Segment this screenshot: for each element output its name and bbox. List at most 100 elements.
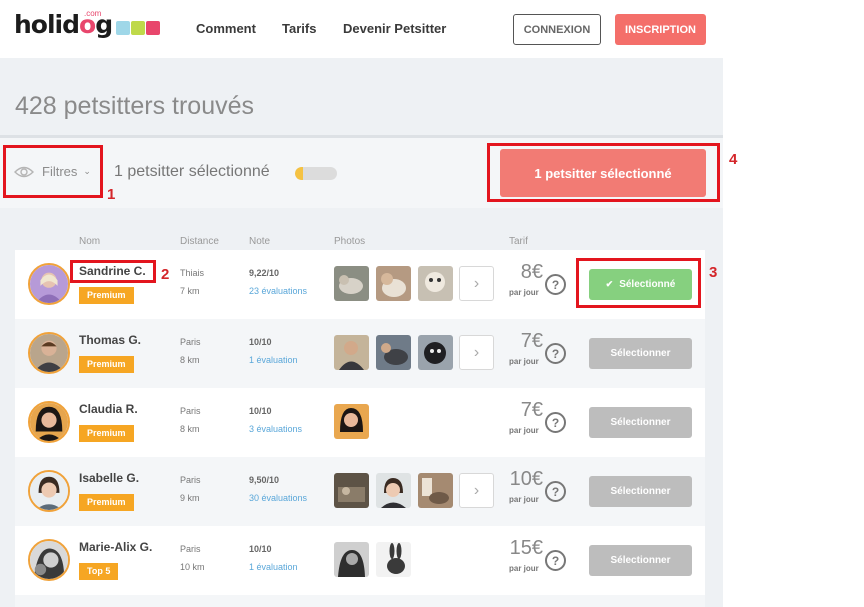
- select-button[interactable]: Sélectionner: [589, 476, 692, 507]
- avatar[interactable]: [28, 539, 70, 581]
- price-unit: par jour: [509, 357, 539, 366]
- sitter-price: 7€: [520, 330, 543, 352]
- pet-photo[interactable]: [418, 266, 453, 301]
- avatar[interactable]: [28, 401, 70, 443]
- price-unit: par jour: [509, 426, 539, 435]
- sitter-row: Claudia R. Premium Paris 8 km 10/10 3 év…: [15, 388, 705, 457]
- pet-photo[interactable]: [418, 335, 453, 370]
- sitter-row: Marie-Alix G. Top 5 Paris 10 km 10/10 1 …: [15, 526, 705, 595]
- reviews-link[interactable]: 3 évaluations: [249, 424, 302, 434]
- top-header: holidog .com Comment Tarifs Devenir Pets…: [0, 0, 723, 58]
- reviews-link[interactable]: 23 évaluations: [249, 286, 307, 296]
- holidog-logo[interactable]: holidog .com: [14, 9, 161, 38]
- status-badge: Premium: [79, 494, 134, 511]
- sitter-city: Thiais: [180, 268, 205, 278]
- results-title: 428 petsitters trouvés: [15, 92, 255, 120]
- login-button[interactable]: CONNEXION: [513, 14, 601, 45]
- reviews-link[interactable]: 1 évaluation: [249, 355, 298, 365]
- sitter-rating: 9,22/10: [249, 268, 280, 278]
- next-row-peek: [15, 595, 705, 607]
- annotation-number-3: 3: [709, 264, 718, 281]
- chevron-right-icon[interactable]: ›: [459, 473, 494, 508]
- sitter-distance: 10 km: [180, 562, 205, 572]
- sitter-row: Isabelle G. Premium Paris 9 km 9,50/10 3…: [15, 457, 705, 526]
- col-price: Tarif: [509, 236, 528, 247]
- sitter-name[interactable]: Claudia R.: [79, 402, 138, 416]
- col-rating: Note: [249, 236, 271, 247]
- price-unit: par jour: [509, 495, 539, 504]
- status-badge: Top 5: [79, 563, 119, 580]
- nav-tarifs[interactable]: Tarifs: [282, 21, 316, 36]
- pet-photo[interactable]: [334, 542, 369, 577]
- cat-icon: [131, 21, 146, 35]
- logo-pet-icons: [116, 21, 161, 35]
- selected-count-text: 1 petsitter sélectionné: [114, 163, 270, 180]
- progress-fill: [295, 167, 304, 180]
- question-icon[interactable]: ?: [545, 481, 566, 502]
- sitter-rating: 10/10: [249, 406, 272, 416]
- sitter-rating: 10/10: [249, 337, 272, 347]
- pet-photo[interactable]: [334, 404, 369, 439]
- pet-photo[interactable]: [334, 335, 369, 370]
- logo-com: .com: [84, 9, 102, 18]
- sitter-row: Thomas G. Premium Paris 8 km 10/10 1 éva…: [15, 319, 705, 388]
- question-icon[interactable]: ?: [545, 550, 566, 571]
- pet-photo[interactable]: [334, 473, 369, 508]
- sitter-name[interactable]: Marie-Alix G.: [79, 540, 152, 554]
- reviews-link[interactable]: 30 évaluations: [249, 493, 307, 503]
- pet-photo[interactable]: [376, 473, 411, 508]
- status-badge: Premium: [79, 356, 134, 373]
- status-badge: Premium: [79, 425, 134, 442]
- price-unit: par jour: [509, 564, 539, 573]
- pet-photo[interactable]: [334, 266, 369, 301]
- signup-button[interactable]: INSCRIPTION: [615, 14, 706, 45]
- annotation-number-1: 1: [107, 186, 116, 203]
- sitter-city: Paris: [180, 544, 201, 554]
- select-button[interactable]: Sélectionner: [589, 407, 692, 438]
- avatar[interactable]: [28, 263, 70, 305]
- question-icon[interactable]: ?: [545, 343, 566, 364]
- chevron-right-icon[interactable]: ›: [459, 335, 494, 370]
- reviews-link[interactable]: 1 évaluation: [249, 562, 298, 572]
- sitter-distance: 9 km: [180, 493, 200, 503]
- col-photos: Photos: [334, 236, 366, 247]
- price-unit: par jour: [509, 288, 539, 297]
- sitter-distance: 7 km: [180, 286, 200, 296]
- pet-photo[interactable]: [376, 542, 411, 577]
- sitter-price: 10€: [509, 468, 543, 490]
- sitter-city: Paris: [180, 406, 201, 416]
- question-icon[interactable]: ?: [545, 274, 566, 295]
- page: holidog .com Comment Tarifs Devenir Pets…: [0, 0, 864, 607]
- sitter-name[interactable]: Thomas G.: [79, 333, 141, 347]
- col-distance: Distance: [180, 236, 219, 247]
- sitter-price: 15€: [509, 537, 543, 559]
- sitter-name[interactable]: Isabelle G.: [79, 471, 139, 485]
- avatar[interactable]: [28, 332, 70, 374]
- col-name: Nom: [79, 236, 101, 247]
- pet-photo[interactable]: [376, 266, 411, 301]
- dog-icon: [116, 21, 131, 35]
- annotation-box-4: [487, 143, 720, 202]
- select-button[interactable]: Sélectionner: [589, 545, 692, 576]
- sitter-rating: 10/10: [249, 544, 272, 554]
- avatar[interactable]: [28, 470, 70, 512]
- sitter-city: Paris: [180, 337, 201, 347]
- sitter-city: Paris: [180, 475, 201, 485]
- annotation-box-3: [576, 258, 701, 308]
- pet-photo[interactable]: [376, 335, 411, 370]
- status-badge: Premium: [79, 287, 134, 304]
- sitter-distance: 8 km: [180, 355, 200, 365]
- sitter-distance: 8 km: [180, 424, 200, 434]
- selection-progress: [295, 167, 337, 180]
- sitter-price: 7€: [520, 399, 543, 421]
- annotation-box-2: [70, 260, 156, 283]
- nav-devenir-petsitter[interactable]: Devenir Petsitter: [343, 21, 446, 36]
- rabbit-icon: [146, 21, 161, 35]
- nav-comment[interactable]: Comment: [196, 21, 256, 36]
- annotation-box-1: [3, 145, 103, 198]
- select-button[interactable]: Sélectionner: [589, 338, 692, 369]
- sitter-price: 8€: [520, 261, 543, 283]
- chevron-right-icon[interactable]: ›: [459, 266, 494, 301]
- pet-photo[interactable]: [418, 473, 453, 508]
- question-icon[interactable]: ?: [545, 412, 566, 433]
